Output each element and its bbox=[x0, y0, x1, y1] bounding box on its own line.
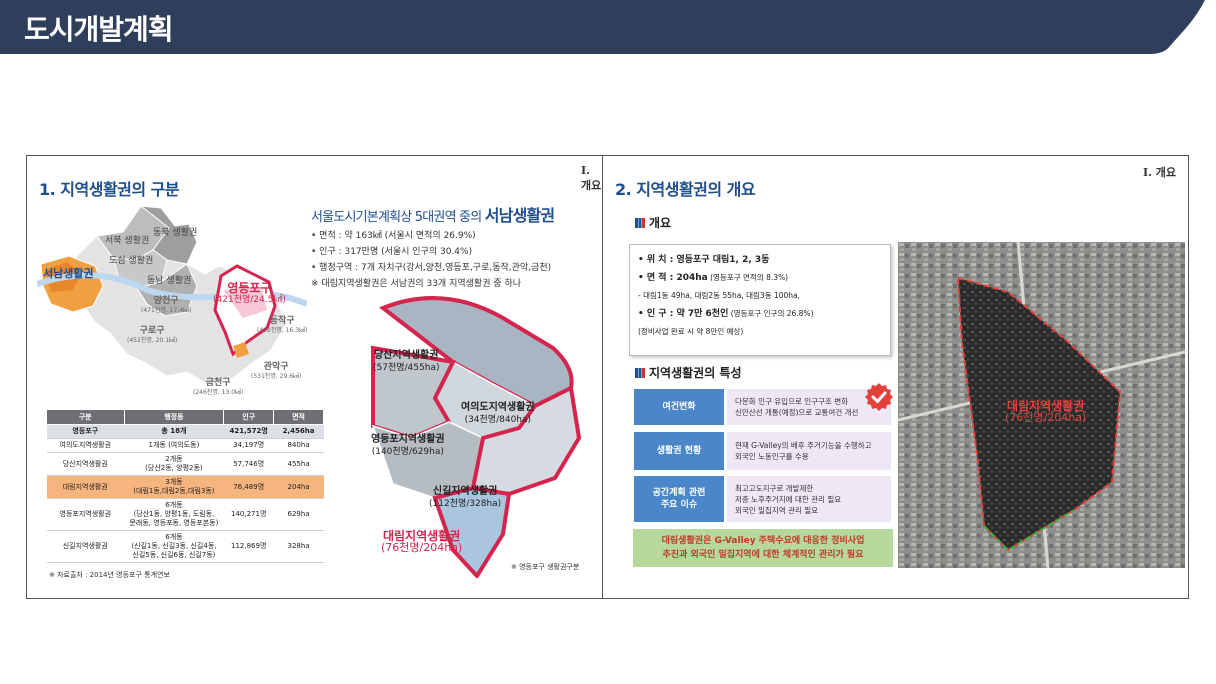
table-row: 영등포구 총 18개 421,572명 2,456ha bbox=[46, 424, 324, 439]
header-bar: 도시개발계획 bbox=[0, 0, 1216, 54]
living-area-map bbox=[371, 296, 582, 578]
north-label-3: 도심 생활권 bbox=[109, 256, 154, 266]
table-cell: 421,572명 bbox=[223, 424, 274, 439]
table-cell: 당산지역생활권 bbox=[46, 452, 125, 476]
district-label: 관악구 (531천명, 29.6㎢) bbox=[251, 362, 302, 380]
area-label-yeongdeungpo: 영등포지역생활권 (140천명/629ha) bbox=[371, 434, 445, 457]
overview-line: - 대림1동 49ha, 대림2동 55ha, 대림3동 100ha, bbox=[638, 291, 801, 300]
table-header-cell: 면적 bbox=[273, 409, 324, 425]
table-source-note: ※ 자료출처 : 2014년 영등포구 통계연보 bbox=[49, 571, 170, 579]
table-cell: 총 18개 bbox=[124, 424, 224, 439]
table-row: 당산지역생활권 2개동 (당산2동, 양평2동) 57,746명 455ha bbox=[46, 452, 324, 476]
table-cell: 영등포지역생활권 bbox=[46, 498, 125, 531]
table-cell: 204ha bbox=[273, 475, 324, 499]
left-slide: 1. 지역생활권의 구분 I. 개요 서남생활권 서북 생활권 동북 생활권 도… bbox=[27, 156, 602, 598]
table-row: 영등포지역생활권 6개동 (당산1동, 양평1동, 도림동, 문래동, 영등포동,… bbox=[46, 498, 324, 531]
header-bar-shape bbox=[0, 0, 1205, 54]
feature-label: 여건변화 bbox=[634, 389, 724, 425]
table-row: 여의도지역생활권 1개동 (여의도동) 34,197명 840ha bbox=[46, 438, 324, 453]
table-cell: 신길지역생활권 bbox=[46, 530, 125, 563]
summary-bullets: • 면적 : 약 163㎢ (서울시 면적의 26.9%) • 인구 : 317… bbox=[311, 228, 551, 292]
north-label-1: 서북 생활권 bbox=[105, 236, 150, 246]
left-corner-label: I. 개요 bbox=[581, 164, 602, 192]
headline: 서울도시기본계획상 5대권역 중의 서남생활권 bbox=[311, 206, 555, 225]
overview-line: (정비사업 완료 시 약 8만인 예상) bbox=[638, 327, 744, 336]
feature-desc: 현재 G-Valley의 배후 주거기능을 수행하고 외국인 노동인구를 수용 bbox=[727, 432, 891, 470]
district-table: 구분 행정동 인구 면적 영등포구 총 18개 421,572명 2,456ha 여의도… bbox=[46, 409, 324, 563]
table-cell: 6개동 (신길1동, 신길3동, 신길4동, 신길5동, 신길6동, 신길7동) bbox=[124, 530, 224, 563]
table-cell: 영등포구 bbox=[46, 424, 125, 439]
overview-line: • 인 구 : 약 7만 6천인 (영등포구 인구의 26.8%) bbox=[638, 309, 814, 319]
table-cell: 76,489명 bbox=[223, 475, 274, 499]
table-header-cell: 행정동 bbox=[123, 409, 225, 425]
district-label: 동작구 (402천명, 16.3㎢) bbox=[257, 316, 308, 334]
table-cell: 여의도지역생활권 bbox=[46, 438, 125, 453]
district-label: 구로구 (452천명, 20.1㎢) bbox=[127, 326, 178, 344]
table-cell: 112,869명 bbox=[223, 530, 274, 563]
table-cell: 840ha bbox=[273, 438, 324, 453]
table-cell: 6개동 (당산1동, 양평1동, 도림동, 문래동, 영등포동, 영등포본동) bbox=[124, 498, 224, 531]
area-label-yeouido: 여의도지역생활권 (34천명/840ha) bbox=[461, 402, 535, 425]
table-row: 대림지역생활권 3개동 (대림1동,대림2동,대림3동) 76,489명 204ha bbox=[46, 475, 324, 499]
feature-label: 공간계획 관련 주요 이슈 bbox=[634, 476, 724, 522]
table-cell: 328ha bbox=[273, 530, 324, 563]
yeongdeungpo-label: 영등포구 (421천명/24.5㎢) bbox=[213, 281, 286, 305]
overview-box: • 위 치 : 영등포구 대림1, 2, 3동 • 면 적 : 204ha (영… bbox=[629, 244, 891, 356]
feature-desc: 최고고도지구로 개발제한 저층 노후주거지에 대한 관리 필요 외국인 밀집지역… bbox=[727, 476, 891, 522]
table-cell: 3개동 (대림1동,대림2동,대림3동) bbox=[124, 475, 224, 499]
table-cell: 629ha bbox=[273, 498, 324, 531]
seonam-label: 서남생활권 bbox=[43, 267, 94, 280]
table-cell: 140,271명 bbox=[223, 498, 274, 531]
table-body: 영등포구 총 18개 421,572명 2,456ha 여의도지역생활권 1개동 (여의도… bbox=[46, 424, 324, 563]
conclusion-banner: 대림생활권은 G-Valley 주택수요에 대응한 정비사업 추진과 외국인 밀… bbox=[633, 529, 893, 567]
north-label-4: 동남 생활권 bbox=[147, 276, 192, 286]
bullet-item: • 인구 : 317만명 (서울시 인구의 30.4%) bbox=[311, 247, 473, 257]
right-slide: 2. 지역생활권의 개요 I. 개요 개요 • 위 치 : 영등포구 대림1, … bbox=[603, 156, 1188, 598]
table-row: 신길지역생활권 6개동 (신길1동, 신길3동, 신길4동, 신길5동, 신길6동… bbox=[46, 530, 324, 563]
check-badge-icon bbox=[865, 383, 893, 411]
table-cell: 2,456ha bbox=[273, 424, 324, 439]
right-corner-label: I. 개요 bbox=[1143, 166, 1177, 179]
slides-frame: 1. 지역생활권의 구분 I. 개요 서남생활권 서북 생활권 동북 생활권 도… bbox=[26, 155, 1189, 599]
bullet-item: • 행정구역 : 7개 자치구(강서,양천,영등포,구로,동작,관악,금천) bbox=[311, 263, 552, 273]
section-marker-icon bbox=[635, 368, 645, 378]
district-label: 양천구 (471천명, 17.4㎢) bbox=[141, 296, 192, 314]
overview-line: • 면 적 : 204ha (영등포구 면적의 8.3%) bbox=[638, 273, 789, 283]
area-label-singil: 신길지역생활권 (112천명/328ha) bbox=[429, 486, 502, 509]
table-cell: 1개동 (여의도동) bbox=[124, 438, 224, 453]
table-header-cell: 인구 bbox=[223, 409, 275, 425]
table-cell: 455ha bbox=[273, 452, 324, 476]
bullet-item: • 면적 : 약 163㎢ (서울시 면적의 26.9%) bbox=[311, 231, 476, 241]
area-label-dangsan: 당산지역생활권 (57천명/455ha) bbox=[373, 350, 440, 373]
table-cell: 대림지역생활권 bbox=[46, 475, 125, 499]
page-title: 도시개발계획 bbox=[24, 13, 174, 46]
section-marker-icon bbox=[635, 218, 645, 228]
map-source-note: ※ 영등포구 생활권구분 bbox=[511, 563, 580, 571]
north-label-2: 동북 생활권 bbox=[153, 228, 198, 238]
table-cell: 57,746명 bbox=[223, 452, 274, 476]
photo-map-label: 대림지역생활권 (76천명/204ha) bbox=[1005, 399, 1087, 424]
table-header-cell: 구분 bbox=[46, 409, 125, 425]
table-cell: 2개동 (당산2동, 양평2동) bbox=[124, 452, 224, 476]
table-header-row: 구분 행정동 인구 면적 bbox=[46, 409, 324, 425]
feature-label: 생활권 현황 bbox=[634, 432, 724, 470]
features-heading: 지역생활권의 특성 bbox=[635, 364, 742, 381]
district-label: 금천구 (246천명, 13.0㎢) bbox=[193, 378, 244, 396]
overview-heading: 개요 bbox=[635, 214, 671, 231]
right-section-title: 2. 지역생활권의 개요 bbox=[615, 180, 756, 199]
area-label-daerim: 대림지역생활권 (76천명/204ha) bbox=[381, 529, 463, 554]
table-cell: 34,197명 bbox=[223, 438, 274, 453]
overview-line: • 위 치 : 영등포구 대림1, 2, 3동 bbox=[638, 255, 770, 265]
